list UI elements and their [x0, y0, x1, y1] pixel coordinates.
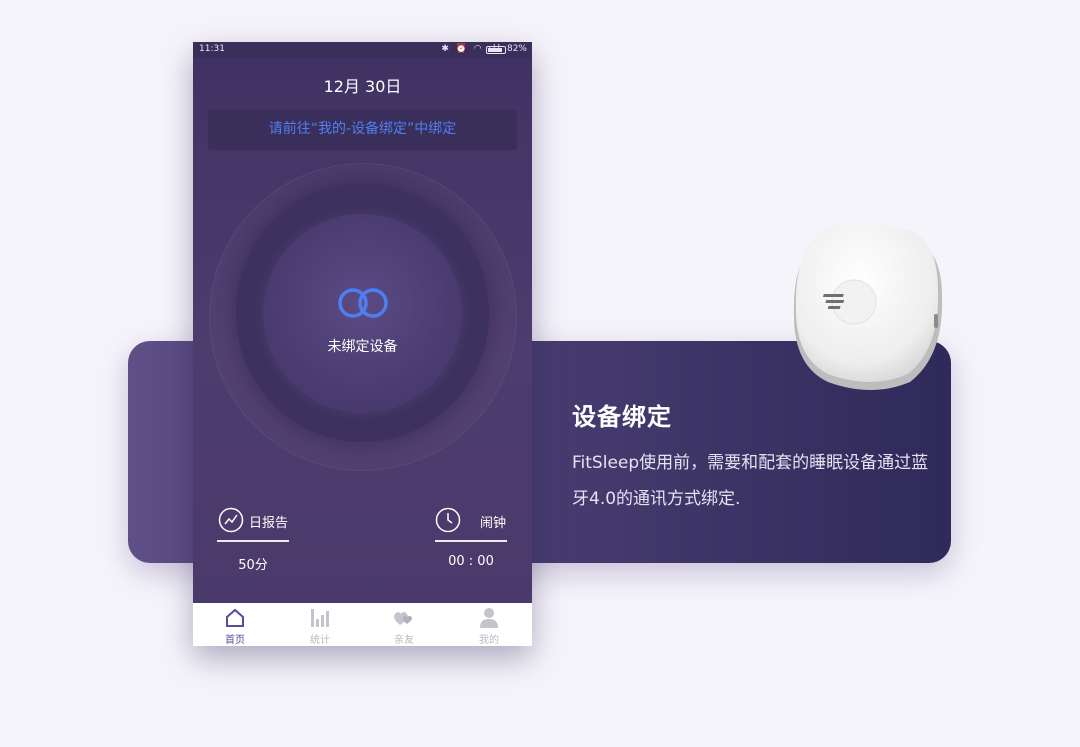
hearts-icon: [394, 612, 412, 625]
report-score: 50分: [238, 558, 268, 573]
status-time: 11:31: [199, 44, 225, 54]
phone-screen: 11:31 ✱ ⏰ ◠ ıll 82% 12月 30日 请前往“我的-设备绑定”…: [193, 42, 532, 646]
battery-icon: [486, 46, 506, 54]
alarm-label[interactable]: 闹钟: [480, 512, 506, 531]
bar-chart-icon: [311, 609, 329, 627]
report-label[interactable]: 日报告: [249, 512, 288, 531]
tab-home[interactable]: 首页: [193, 603, 277, 646]
device-status: 未绑定设备: [327, 339, 398, 355]
clock-icon: [435, 507, 461, 533]
page-date: 12月 30日: [323, 77, 402, 96]
feature-description: FitSleep使用前，需要和配套的睡眠设备通过蓝牙4.0的通讯方式绑定.: [572, 453, 929, 509]
tab-profile[interactable]: 我的: [447, 603, 531, 646]
alarm-time: 00 : 00: [448, 554, 494, 569]
battery-percent: 82%: [506, 44, 527, 54]
tab-stats[interactable]: 统计: [278, 603, 362, 646]
report-chart-icon: [218, 507, 244, 533]
tab-friends[interactable]: 亲友: [362, 603, 446, 646]
user-icon: [480, 608, 498, 628]
tab-bar: 首页 统计 亲友 我的: [193, 603, 532, 646]
alarm-divider: [435, 540, 507, 542]
status-bar: 11:31 ✱ ⏰ ◠ ıll 82%: [193, 42, 532, 58]
link-icon: [338, 288, 388, 318]
report-divider: [217, 540, 289, 542]
bind-hint-banner[interactable]: 请前往“我的-设备绑定”中绑定: [208, 109, 517, 150]
home-icon: [226, 608, 244, 627]
sleep-device-image: [793, 226, 943, 390]
feature-title: 设备绑定: [572, 403, 672, 431]
